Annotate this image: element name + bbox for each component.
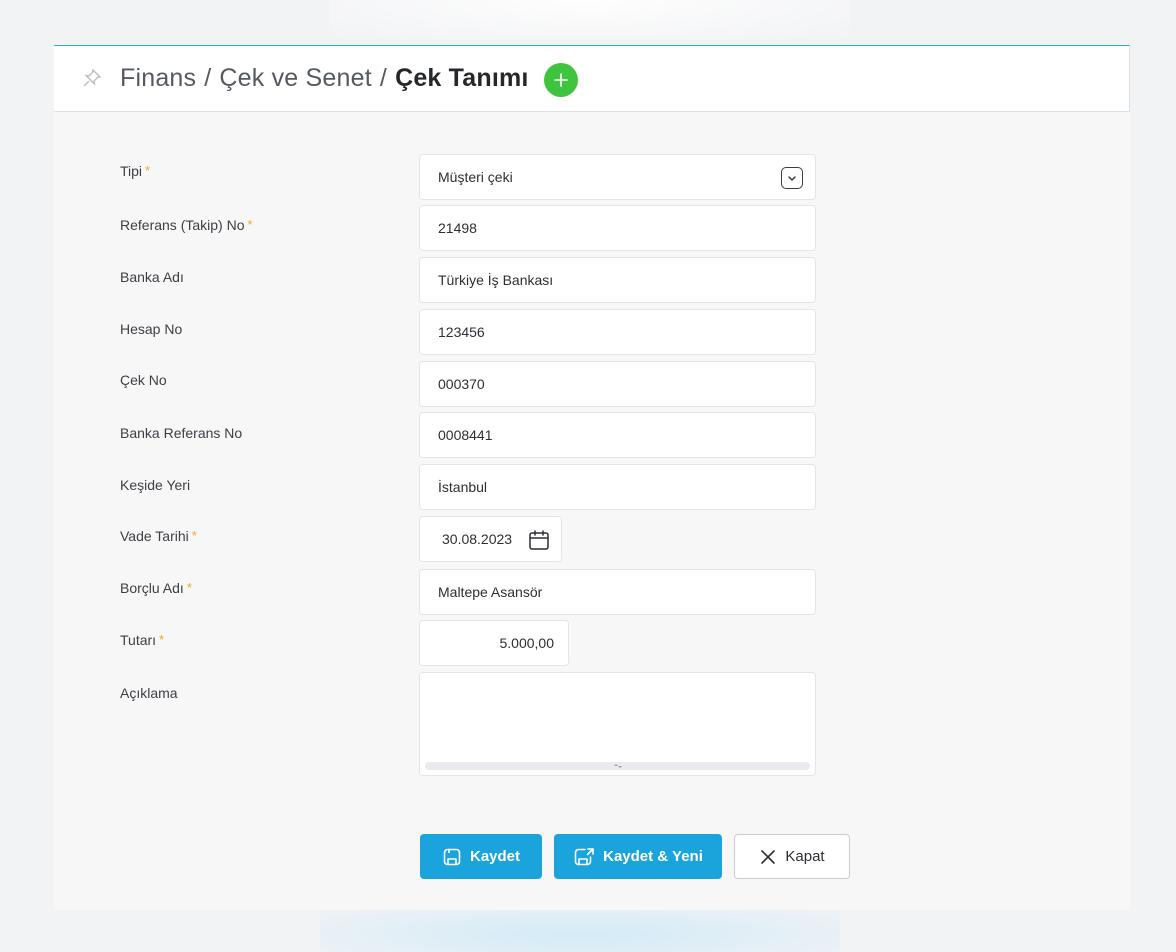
banka-referans-value: 0008441	[438, 427, 493, 443]
background-glow	[330, 0, 850, 40]
keside-yeri-input[interactable]: İstanbul	[419, 464, 816, 510]
page-title: Çek Tanımı	[395, 64, 529, 92]
tipi-select[interactable]: Müşteri çeki	[419, 154, 816, 200]
close-button-label: Kapat	[785, 848, 825, 865]
save-icon	[443, 848, 461, 865]
aciklama-textarea[interactable]	[419, 672, 816, 776]
tipi-label: Tipi *	[120, 163, 150, 179]
hesap-no-input[interactable]: 123456	[419, 309, 816, 355]
textarea-scrollbar[interactable]	[425, 762, 810, 770]
referans-value: 21498	[438, 220, 477, 236]
vade-tarihi-value: 30.08.2023	[442, 531, 513, 547]
aciklama-label: Açıklama	[120, 685, 178, 701]
close-icon	[761, 849, 776, 864]
close-button[interactable]: Kapat	[734, 834, 850, 879]
banka-adi-input[interactable]: Türkiye İş Bankası	[419, 257, 816, 303]
add-icon[interactable]	[544, 63, 578, 97]
breadcrumb: Finans / Çek ve Senet / Çek Tanımı	[120, 64, 529, 93]
vade-tarihi-input[interactable]: 30.08.2023	[419, 516, 562, 562]
chevron-down-icon[interactable]	[781, 167, 803, 189]
required-mark: *	[247, 217, 253, 232]
page-header: Finans / Çek ve Senet / Çek Tanımı	[54, 45, 1130, 112]
banka-referans-label: Banka Referans No	[120, 425, 243, 441]
breadcrumb-finans[interactable]: Finans	[120, 64, 196, 93]
referans-label-text: Referans (Takip) No	[120, 217, 245, 233]
borclu-adi-value: Maltepe Asansör	[438, 584, 543, 600]
keside-yeri-label: Keşide Yeri	[120, 477, 191, 493]
pin-icon[interactable]	[82, 68, 102, 88]
save-new-button-label: Kaydet & Yeni	[603, 848, 703, 865]
tipi-value: Müşteri çeki	[438, 169, 513, 185]
breadcrumb-separator: /	[204, 64, 212, 92]
tutari-input[interactable]: 5.000,00	[419, 620, 569, 666]
cek-no-input[interactable]: 000370	[419, 361, 816, 407]
breadcrumb-cek-senet[interactable]: Çek ve Senet	[219, 64, 372, 93]
save-button-label: Kaydet	[469, 848, 521, 865]
borclu-adi-label-text: Borçlu Adı	[120, 580, 184, 596]
required-mark: *	[191, 528, 197, 543]
required-mark: *	[186, 580, 192, 595]
tipi-label-text: Tipi	[120, 163, 143, 179]
vade-tarihi-label: Vade Tarihi *	[120, 528, 197, 544]
save-button[interactable]: Kaydet	[420, 834, 542, 879]
hesap-no-label: Hesap No	[120, 321, 183, 337]
tutari-label: Tutarı *	[120, 632, 164, 648]
background-glow	[320, 905, 840, 952]
breadcrumb-separator: /	[379, 64, 388, 92]
referans-label: Referans (Takip) No *	[120, 217, 253, 233]
form-panel: Finans / Çek ve Senet / Çek Tanımı Tipi *…	[54, 45, 1130, 910]
banka-referans-input[interactable]: 0008441	[419, 412, 816, 458]
keside-yeri-value: İstanbul	[438, 479, 488, 495]
borclu-adi-input[interactable]: Maltepe Asansör	[419, 569, 816, 615]
tutari-label-text: Tutarı	[120, 632, 157, 648]
calendar-icon[interactable]	[527, 528, 551, 552]
borclu-adi-label: Borçlu Adı *	[120, 580, 192, 596]
save-new-button[interactable]: Kaydet & Yeni	[554, 834, 722, 879]
banka-adi-label: Banka Adı	[120, 269, 184, 285]
vade-tarihi-label-text: Vade Tarihi	[120, 528, 189, 544]
banka-adi-value: Türkiye İş Bankası	[438, 272, 554, 288]
tutari-value: 5.000,00	[499, 635, 555, 651]
save-new-icon	[574, 847, 594, 865]
referans-input[interactable]: 21498	[419, 205, 816, 251]
cek-no-value: 000370	[438, 376, 485, 392]
required-mark: *	[159, 632, 165, 647]
required-mark: *	[145, 163, 151, 178]
hesap-no-value: 123456	[438, 324, 485, 340]
cek-no-label: Çek No	[120, 372, 167, 388]
